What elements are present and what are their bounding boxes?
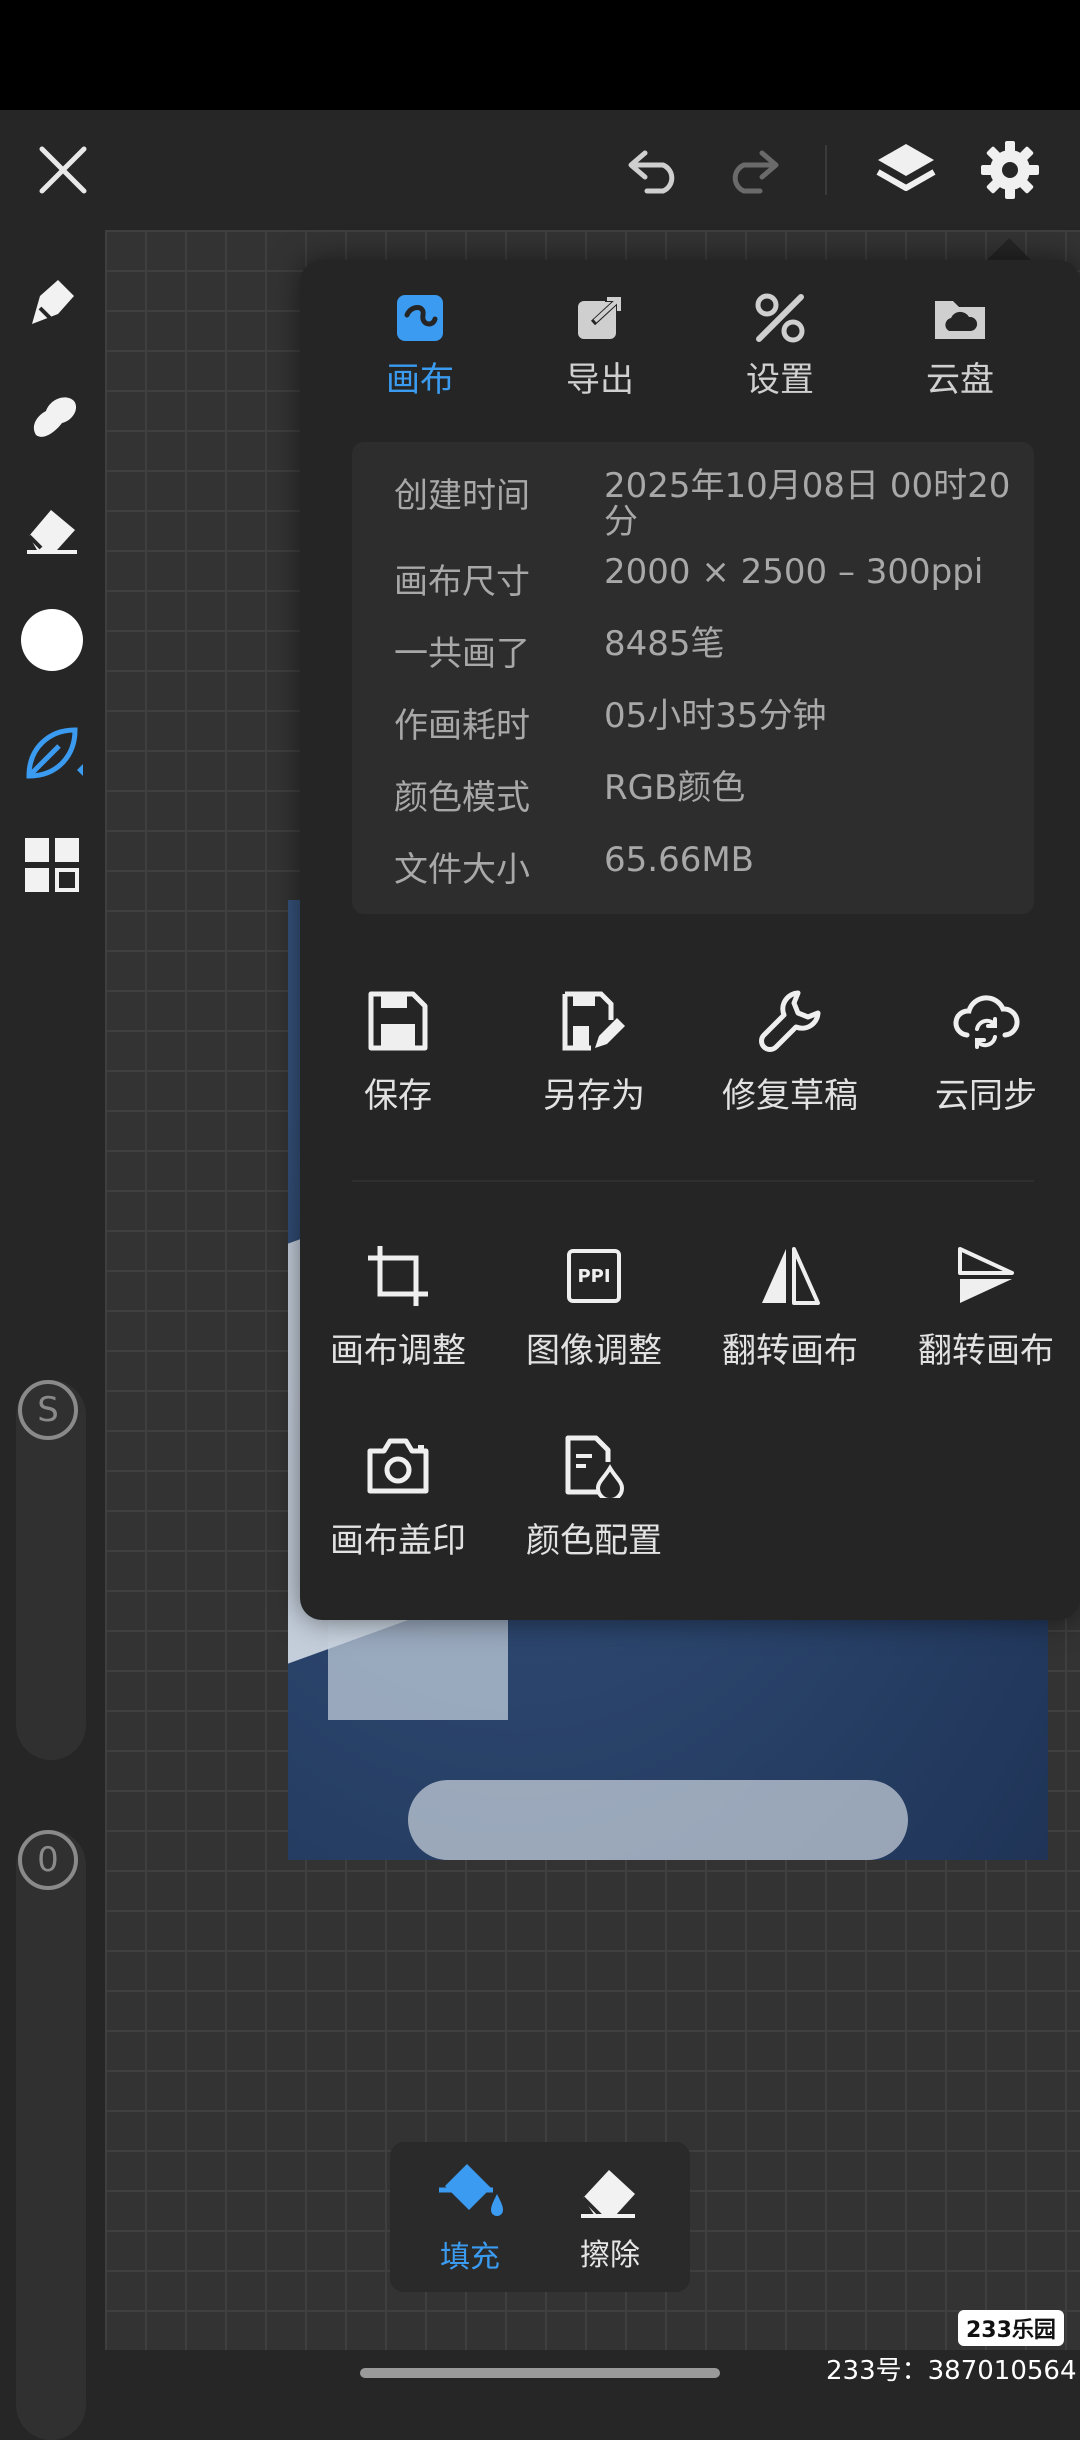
tab-settings[interactable]: 设置 — [690, 290, 870, 400]
undo-icon[interactable] — [620, 135, 690, 205]
canvas-stamp-button[interactable]: 画布盖印 — [300, 1425, 496, 1575]
canvas-menu-panel: 画布 导出 设置 云盘 创建时间 2025年10月08日 00时20分 画布尺寸… — [300, 260, 1080, 1620]
wrench-icon — [692, 980, 888, 1062]
opacity-slider-handle[interactable]: 0 — [18, 1830, 78, 1890]
color-profile-icon — [496, 1425, 692, 1507]
flip-canvas-vertical-button[interactable]: 翻转画布 — [888, 1235, 1080, 1385]
panel-divider — [352, 1180, 1034, 1182]
top-toolbar — [0, 110, 1080, 230]
save-button[interactable]: 保存 — [300, 980, 496, 1130]
grid-icon[interactable] — [12, 825, 92, 905]
image-adjust-button[interactable]: PPI 图像调整 — [496, 1235, 692, 1385]
size-slider-handle[interactable]: S — [18, 1380, 78, 1440]
redo-icon[interactable] — [717, 135, 787, 205]
export-icon — [510, 290, 690, 346]
home-indicator[interactable] — [360, 2368, 720, 2378]
erase-tool-button[interactable]: 擦除 — [540, 2160, 680, 2280]
tab-canvas[interactable]: 画布 — [330, 290, 510, 400]
save-as-icon — [496, 980, 692, 1062]
eraser-icon — [540, 2160, 680, 2224]
user-id-watermark: 233号：387010564 — [826, 2356, 1077, 2386]
color-swatch[interactable] — [12, 600, 92, 680]
tab-label: 导出 — [566, 360, 634, 400]
fill-bucket-icon — [400, 2160, 540, 2226]
app-logo: 233乐园 — [958, 2310, 1064, 2346]
repair-draft-button[interactable]: 修复草稿 — [692, 980, 888, 1130]
flip-canvas-horizontal-button[interactable]: 翻转画布 — [692, 1235, 888, 1385]
opacity-slider[interactable] — [16, 1830, 86, 2440]
tools-icon — [690, 290, 870, 346]
close-icon[interactable] — [28, 135, 98, 205]
save-icon — [300, 980, 496, 1062]
color-profile-button[interactable]: 颜色配置 — [496, 1425, 692, 1575]
bottom-tool-switcher: 填充 擦除 — [390, 2142, 690, 2292]
left-toolbar: S 0 — [0, 230, 105, 2440]
canvas-info: 创建时间 2025年10月08日 00时20分 画布尺寸 2000 × 2500… — [352, 442, 1034, 914]
smudge-icon[interactable] — [12, 375, 92, 455]
layers-icon[interactable] — [868, 132, 944, 208]
save-as-button[interactable]: 另存为 — [496, 980, 692, 1130]
panel-caret — [985, 238, 1033, 262]
cloud-disk-icon — [870, 290, 1050, 346]
canvas-adjust-button[interactable]: 画布调整 — [300, 1235, 496, 1385]
camera-icon — [300, 1425, 496, 1507]
flip-vertical-icon — [888, 1235, 1080, 1317]
canvas-icon — [330, 290, 510, 346]
tab-label: 云盘 — [926, 360, 994, 400]
crop-icon — [300, 1235, 496, 1317]
toolbar-divider — [825, 145, 827, 195]
tab-cloud-disk[interactable]: 云盘 — [870, 290, 1050, 400]
cloud-sync-icon — [888, 980, 1080, 1062]
fill-tool-button[interactable]: 填充 — [400, 2160, 540, 2280]
gear-icon[interactable] — [972, 132, 1048, 208]
eraser-icon[interactable] — [12, 488, 92, 568]
ppi-icon: PPI — [496, 1235, 692, 1317]
leaf-brush-icon[interactable] — [12, 713, 92, 793]
tab-export[interactable]: 导出 — [510, 290, 690, 400]
cloud-sync-button[interactable]: 云同步 — [888, 980, 1080, 1130]
brush-icon[interactable] — [12, 262, 92, 342]
status-bar — [0, 0, 1080, 110]
tab-label: 设置 — [746, 360, 814, 400]
flip-horizontal-icon — [692, 1235, 888, 1317]
tab-label: 画布 — [386, 360, 454, 400]
